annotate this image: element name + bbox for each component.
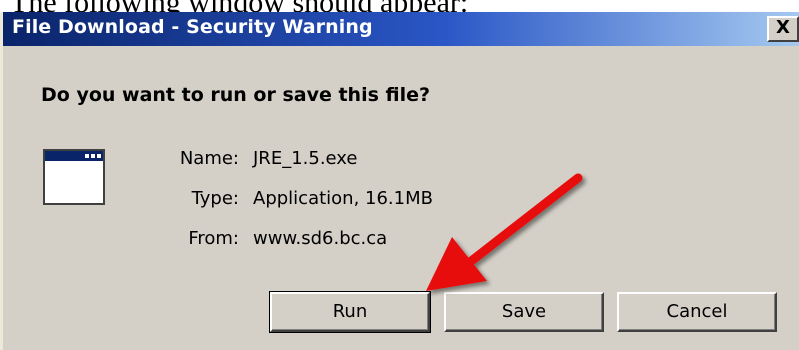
close-button[interactable]: X — [767, 16, 799, 42]
cancel-button[interactable]: Cancel — [617, 292, 777, 332]
name-label: Name: — [179, 148, 239, 169]
from-label: From: — [188, 228, 239, 249]
name-value: JRE_1.5.exe — [253, 148, 358, 169]
save-button[interactable]: Save — [444, 292, 604, 332]
run-button[interactable]: Run — [269, 291, 431, 333]
dialog-title: File Download - Security Warning — [12, 16, 373, 38]
type-label: Type: — [191, 188, 239, 209]
close-icon: X — [776, 17, 790, 38]
dialog-question: Do you want to run or save this file? — [41, 84, 431, 106]
from-value: www.sd6.bc.ca — [253, 228, 388, 249]
dialog-titlebar[interactable]: File Download - Security Warning X — [3, 12, 799, 46]
application-window-icon — [43, 149, 105, 205]
file-download-dialog: File Download - Security Warning X Do yo… — [0, 12, 799, 350]
type-value: Application, 16.1MB — [253, 188, 433, 209]
